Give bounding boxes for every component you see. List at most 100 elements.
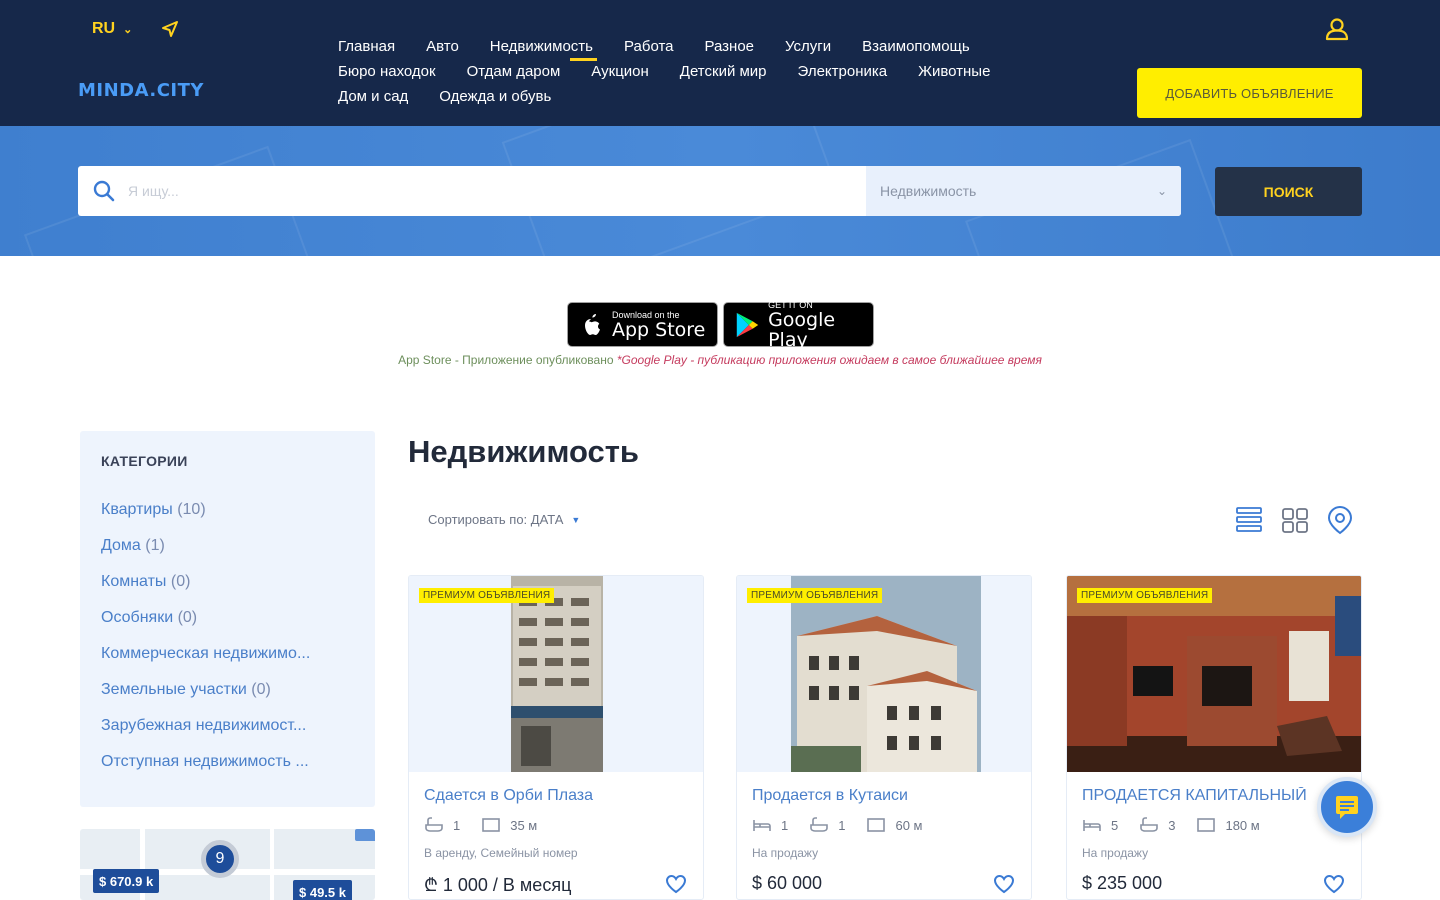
app-store-text: App Store (612, 318, 706, 341)
nav-link[interactable]: Разное (705, 38, 755, 55)
category-label: Отступная недвижимость ... (101, 753, 309, 770)
map-preview[interactable]: 9 $ 670.9 k $ 49.5 k (80, 829, 375, 900)
nav-link-active[interactable]: Недвижимость (490, 38, 598, 61)
add-listing-button[interactable]: ДОБАВИТЬ ОБЪЯВЛЕНИЕ (1137, 68, 1362, 118)
category-item[interactable]: Комнаты (0) (101, 573, 310, 609)
search-button[interactable]: ПОИСК (1215, 167, 1362, 216)
site-logo[interactable]: MINDA.CITY (78, 80, 204, 101)
chat-button[interactable] (1317, 777, 1377, 837)
search-input[interactable] (128, 183, 728, 199)
language-selector[interactable]: RU ⌄ (92, 20, 132, 38)
app-store-note: App Store - Приложение опубликовано (398, 353, 614, 367)
feature-baths: 3 (1139, 817, 1175, 833)
heart-icon[interactable] (993, 874, 1015, 894)
nav-link[interactable]: Работа (624, 38, 674, 55)
listing-photo[interactable]: ПРЕМИУМ ОБЪЯВЛЕНИЯ (737, 576, 1031, 772)
sort-label: Сортировать по: ДАТА (428, 512, 564, 527)
feature-value: 60 м (895, 817, 923, 833)
nav-link[interactable]: Бюро находок (338, 63, 436, 80)
nav-link[interactable]: Одежда и обувь (439, 88, 551, 105)
category-item[interactable]: Отступная недвижимость ... (101, 753, 310, 789)
listing-features: 5 3 180 м (1082, 817, 1260, 833)
feature-baths: 1 (809, 817, 845, 833)
listing-features: 1 35 м (424, 817, 537, 833)
premium-badge: ПРЕМИУМ ОБЪЯВЛЕНИЯ (1077, 588, 1213, 603)
nav-link[interactable]: Авто (426, 38, 459, 55)
nav-link[interactable]: Животные (918, 63, 990, 80)
category-select[interactable]: Недвижимость ⌄ (866, 166, 1181, 216)
listing-subtitle: На продажу (1082, 846, 1149, 860)
category-label: Особняки (101, 609, 174, 626)
nav-row-1: Главная Авто Недвижимость Работа Разное … (338, 34, 1078, 61)
listing-photo[interactable]: ПРЕМИУМ ОБЪЯВЛЕНИЯ (409, 576, 703, 772)
category-item[interactable]: Особняки (0) (101, 609, 310, 645)
user-icon[interactable] (1324, 16, 1350, 42)
category-list: Квартиры (10) Дома (1) Комнаты (0) Особн… (101, 501, 310, 789)
listing-card[interactable]: ПРЕМИУМ ОБЪЯВЛЕНИЯ ПРОДАЕТСЯ КАПИТАЛЬНЫЙ… (1066, 575, 1362, 900)
google-play-text: Google Play (768, 308, 836, 351)
nav-link[interactable]: Главная (338, 38, 395, 55)
feature-area: 180 м (1196, 817, 1260, 833)
list-view-icon[interactable] (1234, 504, 1264, 536)
feature-beds: 1 (752, 817, 788, 833)
category-label: Комнаты (101, 573, 167, 590)
area-icon (1197, 818, 1216, 832)
feature-value: 1 (781, 817, 789, 833)
google-play-note: *Google Play - публикацию приложения ожи… (616, 353, 1042, 367)
category-item[interactable]: Коммерческая недвижимо... (101, 645, 310, 681)
category-item[interactable]: Земельные участки (0) (101, 681, 310, 717)
nav-link[interactable]: Электроника (798, 63, 888, 80)
map-pin-icon[interactable] (355, 829, 375, 841)
nav-link[interactable]: Аукцион (591, 63, 649, 80)
caret-down-icon: ▼ (571, 514, 581, 525)
grid-view-icon[interactable] (1280, 504, 1310, 536)
feature-area: 60 м (866, 817, 922, 833)
listing-price: $ 235 000 (1082, 873, 1163, 893)
category-item[interactable]: Зарубежная недвижимост... (101, 717, 310, 753)
map-road (270, 829, 274, 900)
categories-sidebar: КАТЕГОРИИ Квартиры (10) Дома (1) Комнаты… (80, 431, 375, 807)
listing-title[interactable]: ПРОДАЕТСЯ КАПИТАЛЬНЫЙ (1082, 787, 1352, 805)
premium-badge: ПРЕМИУМ ОБЪЯВЛЕНИЯ (747, 588, 883, 603)
interior-photo (1067, 576, 1361, 772)
feature-value: 35 м (510, 817, 538, 833)
page-title: Недвижимость (408, 434, 639, 469)
map-price-marker[interactable]: $ 670.9 k (93, 869, 160, 893)
map-pin-icon[interactable] (1325, 504, 1355, 536)
chevron-down-icon: ⌄ (123, 23, 133, 36)
nav-link[interactable]: Дом и сад (338, 88, 408, 105)
category-item[interactable]: Дома (1) (101, 537, 310, 573)
google-play-icon (736, 312, 759, 337)
area-icon (867, 818, 886, 832)
heart-icon[interactable] (665, 874, 687, 894)
bed-icon (1083, 820, 1101, 831)
app-store-badge[interactable]: Download on the App Store (567, 302, 718, 347)
category-label: Квартиры (101, 501, 173, 518)
language-label: RU (92, 20, 116, 37)
send-icon[interactable] (160, 19, 180, 39)
feature-value: 3 (1168, 817, 1176, 833)
search-box: Недвижимость ⌄ (78, 166, 1181, 216)
map-cluster[interactable]: 9 (201, 840, 239, 878)
feature-value: 1 (453, 817, 461, 833)
nav-link[interactable]: Услуги (785, 38, 831, 55)
listing-title[interactable]: Сдается в Орби Плаза (424, 787, 694, 805)
area-icon (482, 818, 501, 832)
feature-value: 5 (1111, 817, 1119, 833)
nav-link[interactable]: Детский мир (680, 63, 767, 80)
listing-subtitle: В аренду, Семейный номер (424, 846, 578, 860)
listing-card[interactable]: ПРЕМИУМ ОБЪЯВЛЕНИЯ Продается в Кутаиси 1… (736, 575, 1032, 900)
feature-value: 180 м (1225, 817, 1260, 833)
google-play-badge[interactable]: GET IT ON Google Play (723, 300, 874, 351)
nav-link[interactable]: Взаимопомощь (862, 38, 970, 55)
map-price-marker[interactable]: $ 49.5 k (293, 880, 352, 900)
listing-photo[interactable]: ПРЕМИУМ ОБЪЯВЛЕНИЯ (1067, 576, 1361, 772)
sort-dropdown[interactable]: Сортировать по: ДАТА ▼ (428, 512, 580, 527)
category-item[interactable]: Квартиры (10) (101, 501, 310, 537)
listing-card[interactable]: ПРЕМИУМ ОБЪЯВЛЕНИЯ Сдается в Орби Плаза … (408, 575, 704, 900)
listing-title[interactable]: Продается в Кутаиси (752, 787, 1022, 805)
heart-icon[interactable] (1323, 874, 1345, 894)
apple-icon (585, 313, 600, 335)
nav-link[interactable]: Отдам даром (467, 63, 561, 80)
category-count: (0) (251, 681, 271, 698)
